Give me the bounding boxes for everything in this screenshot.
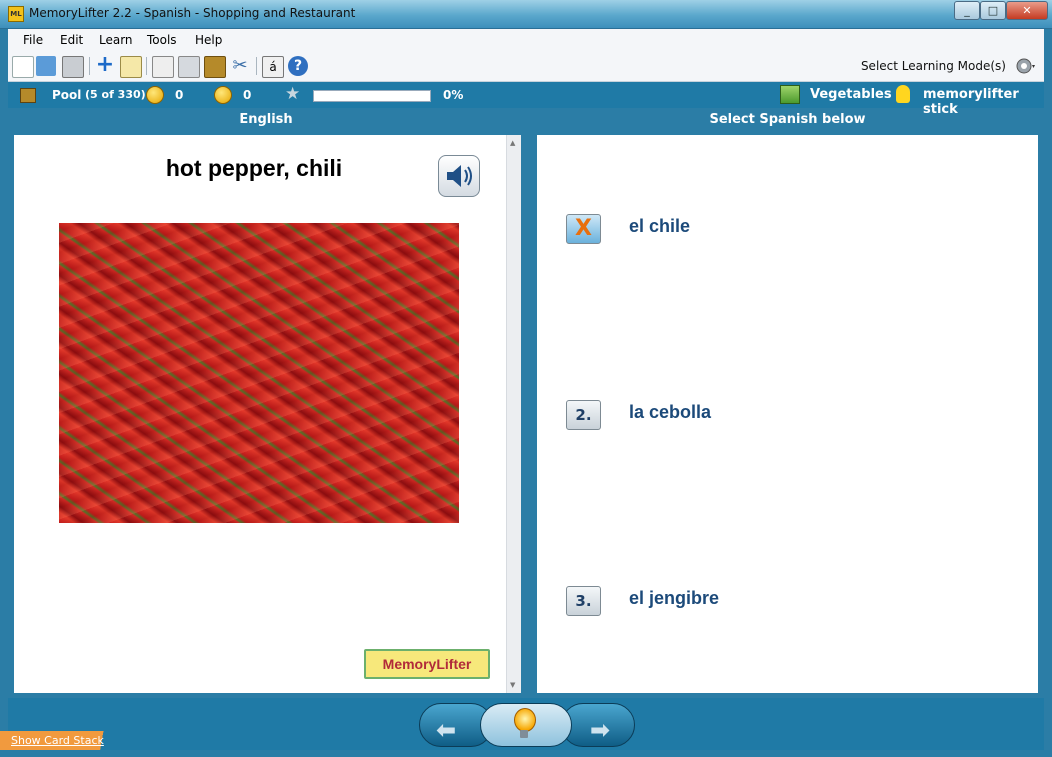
menu-tools[interactable]: Tools: [147, 33, 177, 47]
maximize-button[interactable]: □: [980, 1, 1006, 20]
learning-mode-label[interactable]: Select Learning Mode(s): [861, 59, 1006, 73]
scroll-down-icon[interactable]: ▼: [510, 681, 515, 689]
print-icon[interactable]: [62, 56, 84, 78]
question-word: hot pepper, chili: [165, 155, 343, 181]
menu-help[interactable]: Help: [195, 33, 222, 47]
new-file-icon[interactable]: [12, 56, 34, 78]
add-card-icon[interactable]: +: [95, 54, 115, 76]
answer-text-2[interactable]: la cebolla: [629, 402, 711, 423]
answer-button-1[interactable]: X: [566, 214, 601, 244]
pool-box-icon: [20, 88, 36, 103]
show-card-stack-link[interactable]: Show Card Stack: [11, 734, 104, 747]
answer-button-3[interactable]: 3.: [566, 586, 601, 616]
happy-smiley-icon: [146, 86, 164, 104]
pool-label: Pool: [52, 88, 82, 102]
tools-icon[interactable]: ✂: [230, 56, 250, 76]
answer-text-1[interactable]: el chile: [629, 216, 690, 237]
title-bar: ML MemoryLifter 2.2 - Spanish - Shopping…: [0, 0, 1052, 29]
edit-notes-icon[interactable]: [120, 56, 142, 78]
menu-file[interactable]: File: [23, 33, 43, 47]
answer-button-2[interactable]: 2.: [566, 400, 601, 430]
status-bar: Pool (5 of 330) 0 0 ★ 0% Vegetables memo…: [8, 82, 1044, 117]
next-button[interactable]: ➡: [561, 703, 635, 747]
card-stack-icon[interactable]: [178, 56, 200, 78]
menu-bar: File Edit Learn Tools Help: [8, 29, 1044, 51]
gear-icon[interactable]: [1014, 55, 1036, 77]
answer-header: Select Spanish below: [709, 112, 866, 127]
open-folder-icon[interactable]: [36, 56, 56, 76]
toolbar-separator: [146, 57, 147, 75]
minimize-button[interactable]: _: [954, 1, 980, 20]
chili-peppers-image: [59, 223, 459, 523]
vertical-scrollbar[interactable]: ▲ ▼: [506, 135, 521, 693]
sad-smiley-icon: [214, 86, 232, 104]
help-icon[interactable]: ?: [288, 56, 308, 76]
navigation-bar: ⬅ ➡: [8, 698, 1044, 750]
answer-text-3[interactable]: el jengibre: [629, 588, 719, 609]
app-icon: ML: [8, 6, 24, 22]
speaker-icon: [447, 165, 472, 187]
special-character-button[interactable]: á: [262, 56, 284, 78]
wrong-count: 0: [243, 88, 252, 102]
pool-box-icon[interactable]: [204, 56, 226, 78]
window-title: MemoryLifter 2.2 - Spanish - Shopping an…: [29, 6, 356, 20]
menu-edit[interactable]: Edit: [60, 33, 83, 47]
question-panel: hot pepper, chili MemoryLifter ▲ ▼: [14, 135, 521, 693]
star-icon: ★: [285, 84, 301, 104]
toolbar: + ✂ á ? Select Learning Mode(s): [8, 51, 1044, 82]
pool-count: (5 of 330): [85, 88, 146, 101]
toolbar-separator: [256, 57, 257, 75]
arrow-right-icon: ➡: [590, 716, 611, 744]
arrow-left-icon: ⬅: [436, 716, 457, 744]
progress-bar: [313, 90, 431, 102]
question-header: English: [239, 112, 293, 127]
answer-panel: X el chile 2. la cebolla 3. el jengibre: [537, 135, 1038, 693]
scroll-up-icon[interactable]: ▲: [510, 139, 515, 147]
presentation-icon[interactable]: [152, 56, 174, 78]
progress-percent: 0%: [443, 88, 464, 102]
chapter-name[interactable]: Vegetables: [810, 87, 892, 102]
menu-learn[interactable]: Learn: [99, 33, 133, 47]
correct-count: 0: [175, 88, 184, 102]
close-button[interactable]: ✕: [1006, 1, 1048, 20]
lightbulb-icon: [514, 708, 536, 732]
chapter-icon: [780, 85, 800, 104]
show-card-stack-tab[interactable]: Show Card Stack: [0, 731, 126, 750]
hint-button[interactable]: [480, 703, 572, 747]
memorylifter-logo: MemoryLifter: [364, 649, 490, 679]
lightbulb-base: [520, 730, 528, 738]
user-icon: [896, 85, 910, 103]
speaker-button[interactable]: [438, 155, 480, 197]
toolbar-separator: [89, 57, 90, 75]
